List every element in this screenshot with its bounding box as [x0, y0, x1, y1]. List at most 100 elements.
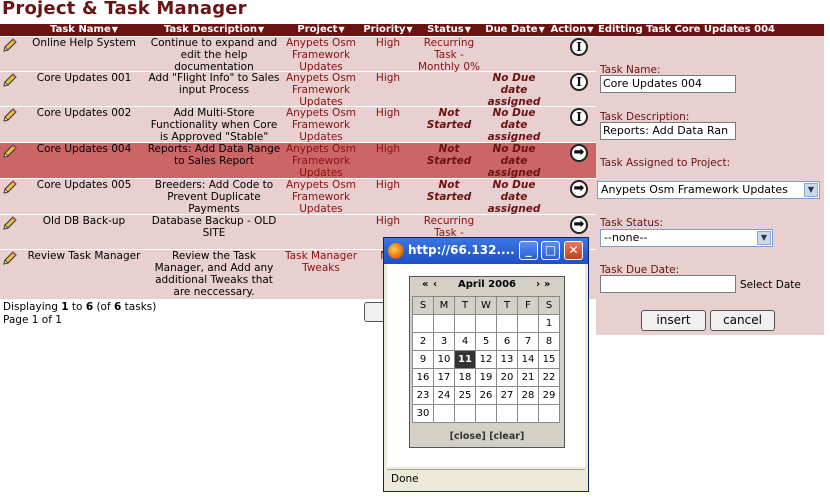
- column-header-priority[interactable]: Priority▼: [360, 24, 416, 36]
- task-description-input[interactable]: Reports: Add Data Ran: [600, 122, 736, 140]
- calendar-popup-window: http://66.132.... _ □ ✕ « ‹ April 2006 ›…: [383, 237, 589, 492]
- calendar-day[interactable]: 28: [517, 386, 539, 405]
- calendar-day[interactable]: 20: [496, 368, 518, 387]
- edit-pencil-icon[interactable]: [2, 143, 18, 159]
- calendar-day[interactable]: 13: [496, 350, 518, 369]
- calendar-day[interactable]: 29: [538, 386, 560, 405]
- task-status: Not Started: [426, 143, 472, 167]
- task-row[interactable]: Core Updates 004 Reports: Add Data Range …: [0, 143, 596, 179]
- sort-icon: ▼: [587, 25, 594, 34]
- calendar-day[interactable]: 21: [517, 368, 539, 387]
- weekday-header: T: [454, 296, 476, 315]
- chevron-down-icon[interactable]: ▼: [757, 231, 771, 245]
- arrow-right-icon[interactable]: ➡: [570, 180, 588, 198]
- popup-titlebar[interactable]: http://66.132.... _ □ ✕: [384, 238, 588, 264]
- task-project-label: Task Assigned to Project:: [600, 157, 731, 169]
- arrow-right-icon[interactable]: ➡: [570, 144, 588, 162]
- calendar-day[interactable]: 19: [475, 368, 497, 387]
- calendar-grid: S M T W T F S 1 2 3 4 5 6 7 8 9 10 11 12 13 14 15 16 17 18 19 20 21…: [412, 296, 560, 423]
- task-row[interactable]: Core Updates 002 Add Multi-Store Function…: [0, 107, 596, 143]
- info-icon[interactable]: I: [570, 38, 588, 56]
- task-row[interactable]: Core Updates 001 Add "Flight Info" to Sal…: [0, 72, 596, 108]
- task-description: Add Multi-Store Functionality when Core …: [150, 107, 278, 143]
- info-icon[interactable]: I: [570, 108, 588, 126]
- column-header-task-description[interactable]: Task Description▼: [146, 24, 282, 36]
- calendar-day[interactable]: 25: [454, 386, 476, 405]
- close-icon[interactable]: ✕: [564, 241, 583, 260]
- calendar-day-selected[interactable]: 11: [454, 350, 476, 369]
- calendar-empty-cell: [454, 314, 476, 333]
- edit-pencil-icon[interactable]: [2, 250, 18, 266]
- info-icon[interactable]: I: [570, 73, 588, 91]
- calendar-day[interactable]: 18: [454, 368, 476, 387]
- task-due-date: No Due date assigned: [487, 107, 541, 143]
- task-priority: High: [375, 37, 401, 49]
- task-description: Review the Task Manager, and Add any add…: [154, 250, 274, 298]
- calendar-day[interactable]: 2: [412, 332, 434, 351]
- maximize-icon[interactable]: □: [541, 241, 560, 260]
- edit-pencil-icon[interactable]: [2, 107, 18, 123]
- calendar-empty-cell: [517, 314, 539, 333]
- minimize-icon[interactable]: _: [519, 241, 538, 260]
- calendar-day[interactable]: 22: [538, 368, 560, 387]
- edit-pencil-icon[interactable]: [2, 72, 18, 88]
- task-project: Anypets Osm Framework Updates: [285, 143, 357, 179]
- chevron-down-icon[interactable]: ▼: [804, 183, 818, 197]
- weekday-header: W: [475, 296, 497, 315]
- calendar-day[interactable]: 10: [433, 350, 455, 369]
- calendar-day[interactable]: 17: [433, 368, 455, 387]
- page-title: Project & Task Manager: [2, 0, 247, 19]
- task-project-select[interactable]: Anypets Osm Framework Updates ▼: [597, 181, 820, 199]
- calendar-day[interactable]: 9: [412, 350, 434, 369]
- firefox-icon: [388, 243, 404, 259]
- task-priority: High: [375, 215, 401, 227]
- column-header-status[interactable]: Status▼: [416, 24, 482, 36]
- calendar-day[interactable]: 15: [538, 350, 560, 369]
- calendar-day[interactable]: 1: [538, 314, 560, 333]
- edit-pencil-icon[interactable]: [2, 37, 18, 53]
- column-header-task-name[interactable]: Task Name▼: [20, 24, 148, 36]
- task-name: Core Updates 001: [36, 72, 132, 84]
- task-row[interactable]: Core Updates 005 Breeders: Add Code to Pr…: [0, 179, 596, 215]
- task-name: Core Updates 005: [36, 179, 132, 191]
- sort-icon: ▼: [406, 25, 413, 34]
- calendar-day[interactable]: 6: [496, 332, 518, 351]
- task-row[interactable]: Online Help System Continue to expand and…: [0, 37, 596, 85]
- next-year-button[interactable]: »: [544, 277, 550, 293]
- column-header-action[interactable]: Action▼: [548, 24, 596, 36]
- edit-panel-header: Editting Task Core Updates 004: [596, 24, 824, 36]
- calendar-day[interactable]: 8: [538, 332, 560, 351]
- calendar-day[interactable]: 23: [412, 386, 434, 405]
- select-date-link[interactable]: Select Date: [740, 279, 801, 291]
- task-status-select[interactable]: --none-- ▼: [600, 229, 773, 247]
- popup-content: « ‹ April 2006 › » S M T W T F S 1 2 3 4 5 6 7 8 9 10 11 1…: [387, 264, 585, 467]
- calendar-day[interactable]: 4: [454, 332, 476, 351]
- calendar-day[interactable]: 16: [412, 368, 434, 387]
- column-header-project[interactable]: Project▼: [282, 24, 360, 36]
- calendar-empty-cell: [433, 314, 455, 333]
- calendar-close-link[interactable]: [close]: [450, 431, 486, 442]
- calendar-day[interactable]: 24: [433, 386, 455, 405]
- task-name: Core Updates 002: [36, 107, 132, 119]
- arrow-right-icon[interactable]: ➡: [570, 216, 588, 234]
- edit-pencil-icon[interactable]: [2, 179, 18, 195]
- insert-button[interactable]: insert: [641, 310, 706, 331]
- column-header-due-date[interactable]: Due Date▼: [482, 24, 548, 36]
- calendar-day[interactable]: 30: [412, 404, 434, 423]
- calendar-day[interactable]: 5: [475, 332, 497, 351]
- task-project: Anypets Osm Framework Updates: [285, 37, 357, 73]
- calendar-day[interactable]: 3: [433, 332, 455, 351]
- calendar-day[interactable]: 12: [475, 350, 497, 369]
- page-indicator: Page 1 of 1: [3, 314, 62, 326]
- task-name: Old DB Back-up: [42, 215, 126, 227]
- calendar-day[interactable]: 27: [496, 386, 518, 405]
- edit-pencil-icon[interactable]: [2, 215, 18, 231]
- calendar-day[interactable]: 7: [517, 332, 539, 351]
- calendar-day[interactable]: 14: [517, 350, 539, 369]
- next-month-button[interactable]: ›: [536, 277, 540, 293]
- calendar-day[interactable]: 26: [475, 386, 497, 405]
- calendar-clear-link[interactable]: [clear]: [489, 431, 524, 442]
- cancel-button[interactable]: cancel: [710, 310, 775, 331]
- task-due-date-input[interactable]: [600, 275, 736, 293]
- task-name-input[interactable]: Core Updates 004: [600, 75, 736, 93]
